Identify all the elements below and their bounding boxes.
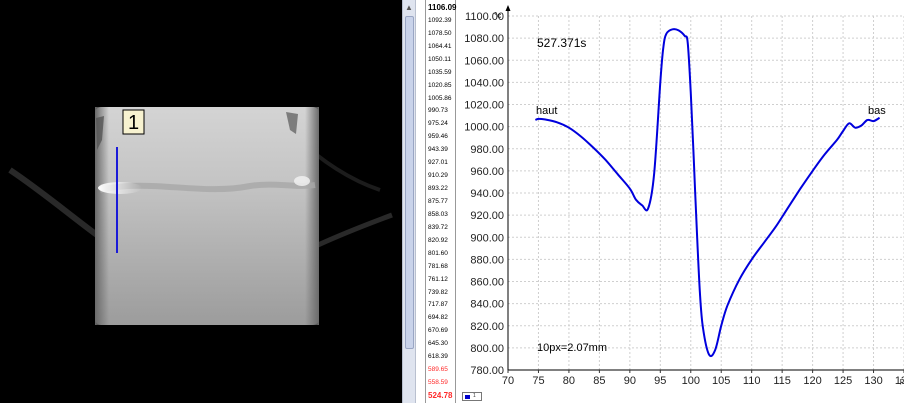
x-tick-label: 130 [864,375,882,387]
scale-label: 858.03 [428,210,448,218]
x-tick-label: 75 [532,375,544,387]
scale-label: 893.22 [428,185,448,193]
scale-label: 739.82 [428,288,448,296]
left-annotation: haut [536,105,557,117]
y-tick-label: 980.00 [470,144,504,156]
scale-label: 990.73 [428,107,448,115]
x-tick-label: 120 [803,375,821,387]
y-tick-label: 840.00 [470,299,504,311]
y-tick-label: 800.00 [470,343,504,355]
scale-label: 670.69 [428,327,448,335]
y-tick-label: 920.00 [470,210,504,222]
x-tick-label: 100 [682,375,700,387]
scale-label: 1106.09 [428,3,457,12]
chart-axes: °cpx [494,5,904,385]
scale-label: 618.39 [428,353,448,361]
scale-label: 1078.50 [428,29,452,37]
chart-series [534,28,881,358]
x-tick-label: 90 [624,375,636,387]
x-tick-label: 85 [593,375,605,387]
x-tick-label: 135 [895,375,904,387]
legend-swatch [465,395,470,399]
scale-annotation: 10px=2.07mm [537,342,607,354]
scale-label: 839.72 [428,223,448,231]
y-tick-label: 1040.00 [464,77,504,89]
y-tick-label: 880.00 [470,254,504,266]
chart-legend[interactable]: 1 [462,392,482,401]
scale-label: 1020.85 [428,81,452,89]
scale-label: 1064.41 [428,42,452,50]
scale-label: 910.29 [428,172,448,180]
scale-label: 959.46 [428,133,448,141]
y-tick-label: 1020.00 [464,100,504,112]
time-annotation: 527.371s [537,36,586,50]
y-tick-label: 1000.00 [464,122,504,134]
scale-label: 927.01 [428,159,448,167]
y-tick-label: 900.00 [470,232,504,244]
vertical-scrollbar[interactable]: ▲ [402,0,416,403]
temperature-profile-chart: °cpx 780.00 800.00 820.00 840.00 860.00 880.0… [464,5,904,387]
thermal-image: 1 [8,107,393,325]
thermal-image-view[interactable]: 1 [0,0,402,403]
scale-label: 820.92 [428,236,448,244]
scale-label: 694.82 [428,314,448,322]
x-tick-label: 95 [654,375,666,387]
right-annotation: bas [868,105,886,117]
y-tick-label: 1080.00 [464,33,504,45]
scale-label: 943.39 [428,146,448,154]
scale-label: 875.77 [428,198,448,205]
profile-marker-label: 1 [128,112,139,134]
series-line [534,28,881,358]
chart-ticks: 780.00 800.00 820.00 840.00 860.00 880.00 900.… [464,11,904,387]
scale-label: 781.68 [428,262,448,270]
y-tick-label: 780.00 [470,365,504,377]
profile-marker[interactable]: 1 [122,109,145,135]
scale-label: 558.59 [428,379,448,387]
y-tick-label: 1100.00 [465,11,504,23]
temperature-color-scale: 1106.09 1092.39 1078.50 1064.41 1050.11 1035.… [425,0,456,403]
x-tick-label: 115 [773,375,791,387]
scroll-up-icon[interactable]: ▲ [403,3,415,12]
x-tick-label: 105 [712,375,730,387]
scale-label: 1050.11 [428,55,452,63]
scale-label: 524.78 [428,391,453,400]
x-tick-label: 80 [563,375,575,387]
y-axis-arrow [505,5,511,11]
x-tick-label: 70 [502,375,514,387]
legend-label: 1 [473,393,476,399]
scale-label: 645.30 [428,340,448,348]
scale-label: 589.65 [428,366,448,374]
scale-label: 1092.39 [428,16,452,24]
scale-label: 761.12 [428,275,448,283]
y-tick-label: 860.00 [470,277,504,289]
x-tick-label: 110 [743,375,761,387]
chart-annotations: 527.371s haut bas 10px=2.07mm [536,36,886,354]
scale-label: 717.87 [428,301,448,309]
scale-label: 1005.86 [428,94,452,102]
chart-grid [507,15,904,371]
scale-label: 801.60 [428,249,448,257]
scale-label: 1035.59 [428,68,452,76]
y-tick-label: 940.00 [470,188,504,200]
x-tick-label: 125 [834,375,852,387]
y-tick-label: 960.00 [470,166,504,178]
y-tick-label: 1060.00 [464,55,504,67]
y-tick-label: 820.00 [470,321,504,333]
scale-label: 975.24 [428,120,448,128]
scrollbar-thumb[interactable] [405,16,414,349]
